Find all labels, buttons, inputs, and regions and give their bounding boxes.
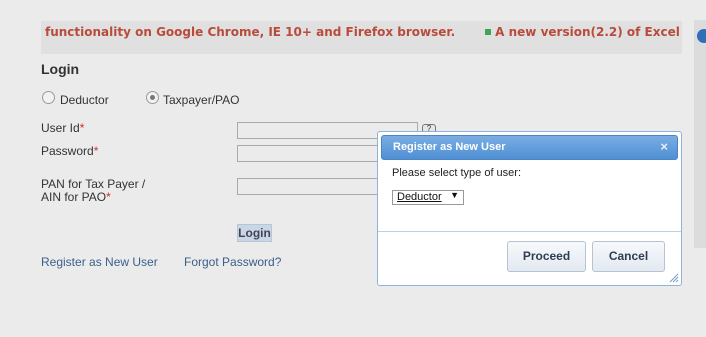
pan-input[interactable] (237, 178, 382, 195)
resize-grip-icon[interactable] (669, 273, 679, 283)
deductor-radio[interactable] (42, 91, 55, 104)
login-button[interactable]: Login (237, 224, 272, 242)
user-type-selected-value: Deductor (397, 191, 442, 203)
register-link[interactable]: Register as New User (41, 255, 158, 269)
taxpayer-radio-label: Taxpayer/PAO (163, 93, 240, 107)
news-ticker-text: functionality on Google Chrome, IE 10+ a… (45, 25, 682, 39)
deductor-radio-label: Deductor (60, 93, 109, 107)
proceed-button[interactable]: Proceed (507, 241, 586, 272)
ticker-message-1: functionality on Google Chrome, IE 10+ a… (45, 25, 456, 39)
ticker-message-2: A new version(2.2) of Excel Genera (495, 25, 682, 39)
chevron-down-icon: ▼ (450, 190, 459, 200)
forgot-password-link[interactable]: Forgot Password? (184, 255, 281, 269)
password-label: Password* (41, 144, 99, 158)
dialog-divider (378, 231, 681, 232)
close-icon[interactable]: × (660, 139, 668, 154)
pan-label-line2: AIN for PAO (41, 190, 107, 204)
register-dialog: Register as New User × Please select typ… (377, 131, 682, 286)
right-side-panel (694, 20, 706, 248)
pan-label: PAN for Tax Payer / AIN for PAO* (41, 177, 146, 204)
ticker-bullet-icon (485, 29, 492, 35)
user-type-prompt: Please select type of user: (392, 167, 522, 179)
user-id-label: User Id* (41, 121, 85, 135)
dialog-header[interactable]: Register as New User × (381, 135, 678, 160)
login-heading: Login (41, 61, 80, 77)
dialog-title: Register as New User (393, 141, 506, 153)
password-input[interactable] (237, 145, 382, 162)
news-ticker: functionality on Google Chrome, IE 10+ a… (41, 21, 682, 54)
user-type-select[interactable]: Deductor ▼ (392, 190, 464, 205)
taxpayer-radio[interactable] (146, 91, 159, 104)
cancel-button[interactable]: Cancel (592, 241, 665, 272)
right-panel-badge-icon (697, 29, 706, 43)
